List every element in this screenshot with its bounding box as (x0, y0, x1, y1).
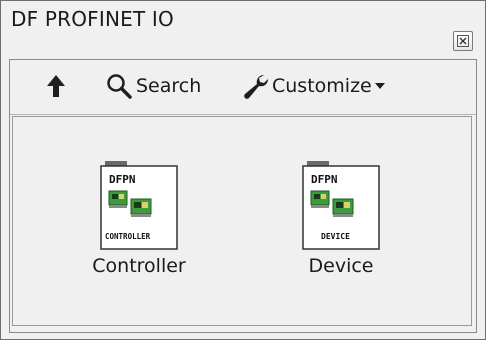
palette-window: DF PROFINET IO Search Customize DFPN CON… (0, 0, 486, 340)
customize-button[interactable]: Customize (242, 60, 386, 112)
palette-item-device[interactable]: DFPN DEVICE Device (281, 157, 401, 287)
customize-label: Customize (272, 75, 372, 97)
search-icon (107, 74, 132, 99)
controller-label: Controller (92, 255, 186, 277)
up-arrow-icon (47, 75, 65, 97)
close-icon (457, 35, 469, 47)
palette-title: DF PROFINET IO (11, 7, 174, 31)
toolbar-divider (10, 114, 476, 115)
controller-vi-icon: DFPN CONTROLLER (100, 161, 178, 250)
device-label: Device (308, 255, 374, 277)
device-icon-top-text: DFPN (311, 173, 338, 186)
dropdown-arrow-icon (374, 83, 385, 89)
toolbar: Search Customize (10, 60, 476, 112)
device-icon-bottom-text: DEVICE (321, 232, 350, 241)
wrench-icon (244, 74, 269, 99)
controller-icon-top-text: DFPN (109, 173, 136, 186)
search-label: Search (136, 75, 202, 97)
search-button[interactable]: Search (106, 60, 201, 112)
up-button[interactable] (46, 60, 66, 112)
device-vi-icon: DFPN DEVICE (302, 161, 380, 250)
palette-body: Search Customize DFPN CONTROLLER Control… (9, 59, 477, 333)
close-button[interactable] (453, 31, 473, 51)
palette-item-controller[interactable]: DFPN CONTROLLER Controller (79, 157, 199, 287)
controller-icon-bottom-text: CONTROLLER (105, 232, 151, 241)
palette-content: DFPN CONTROLLER Controller DFPN DEVICE D… (12, 116, 472, 326)
